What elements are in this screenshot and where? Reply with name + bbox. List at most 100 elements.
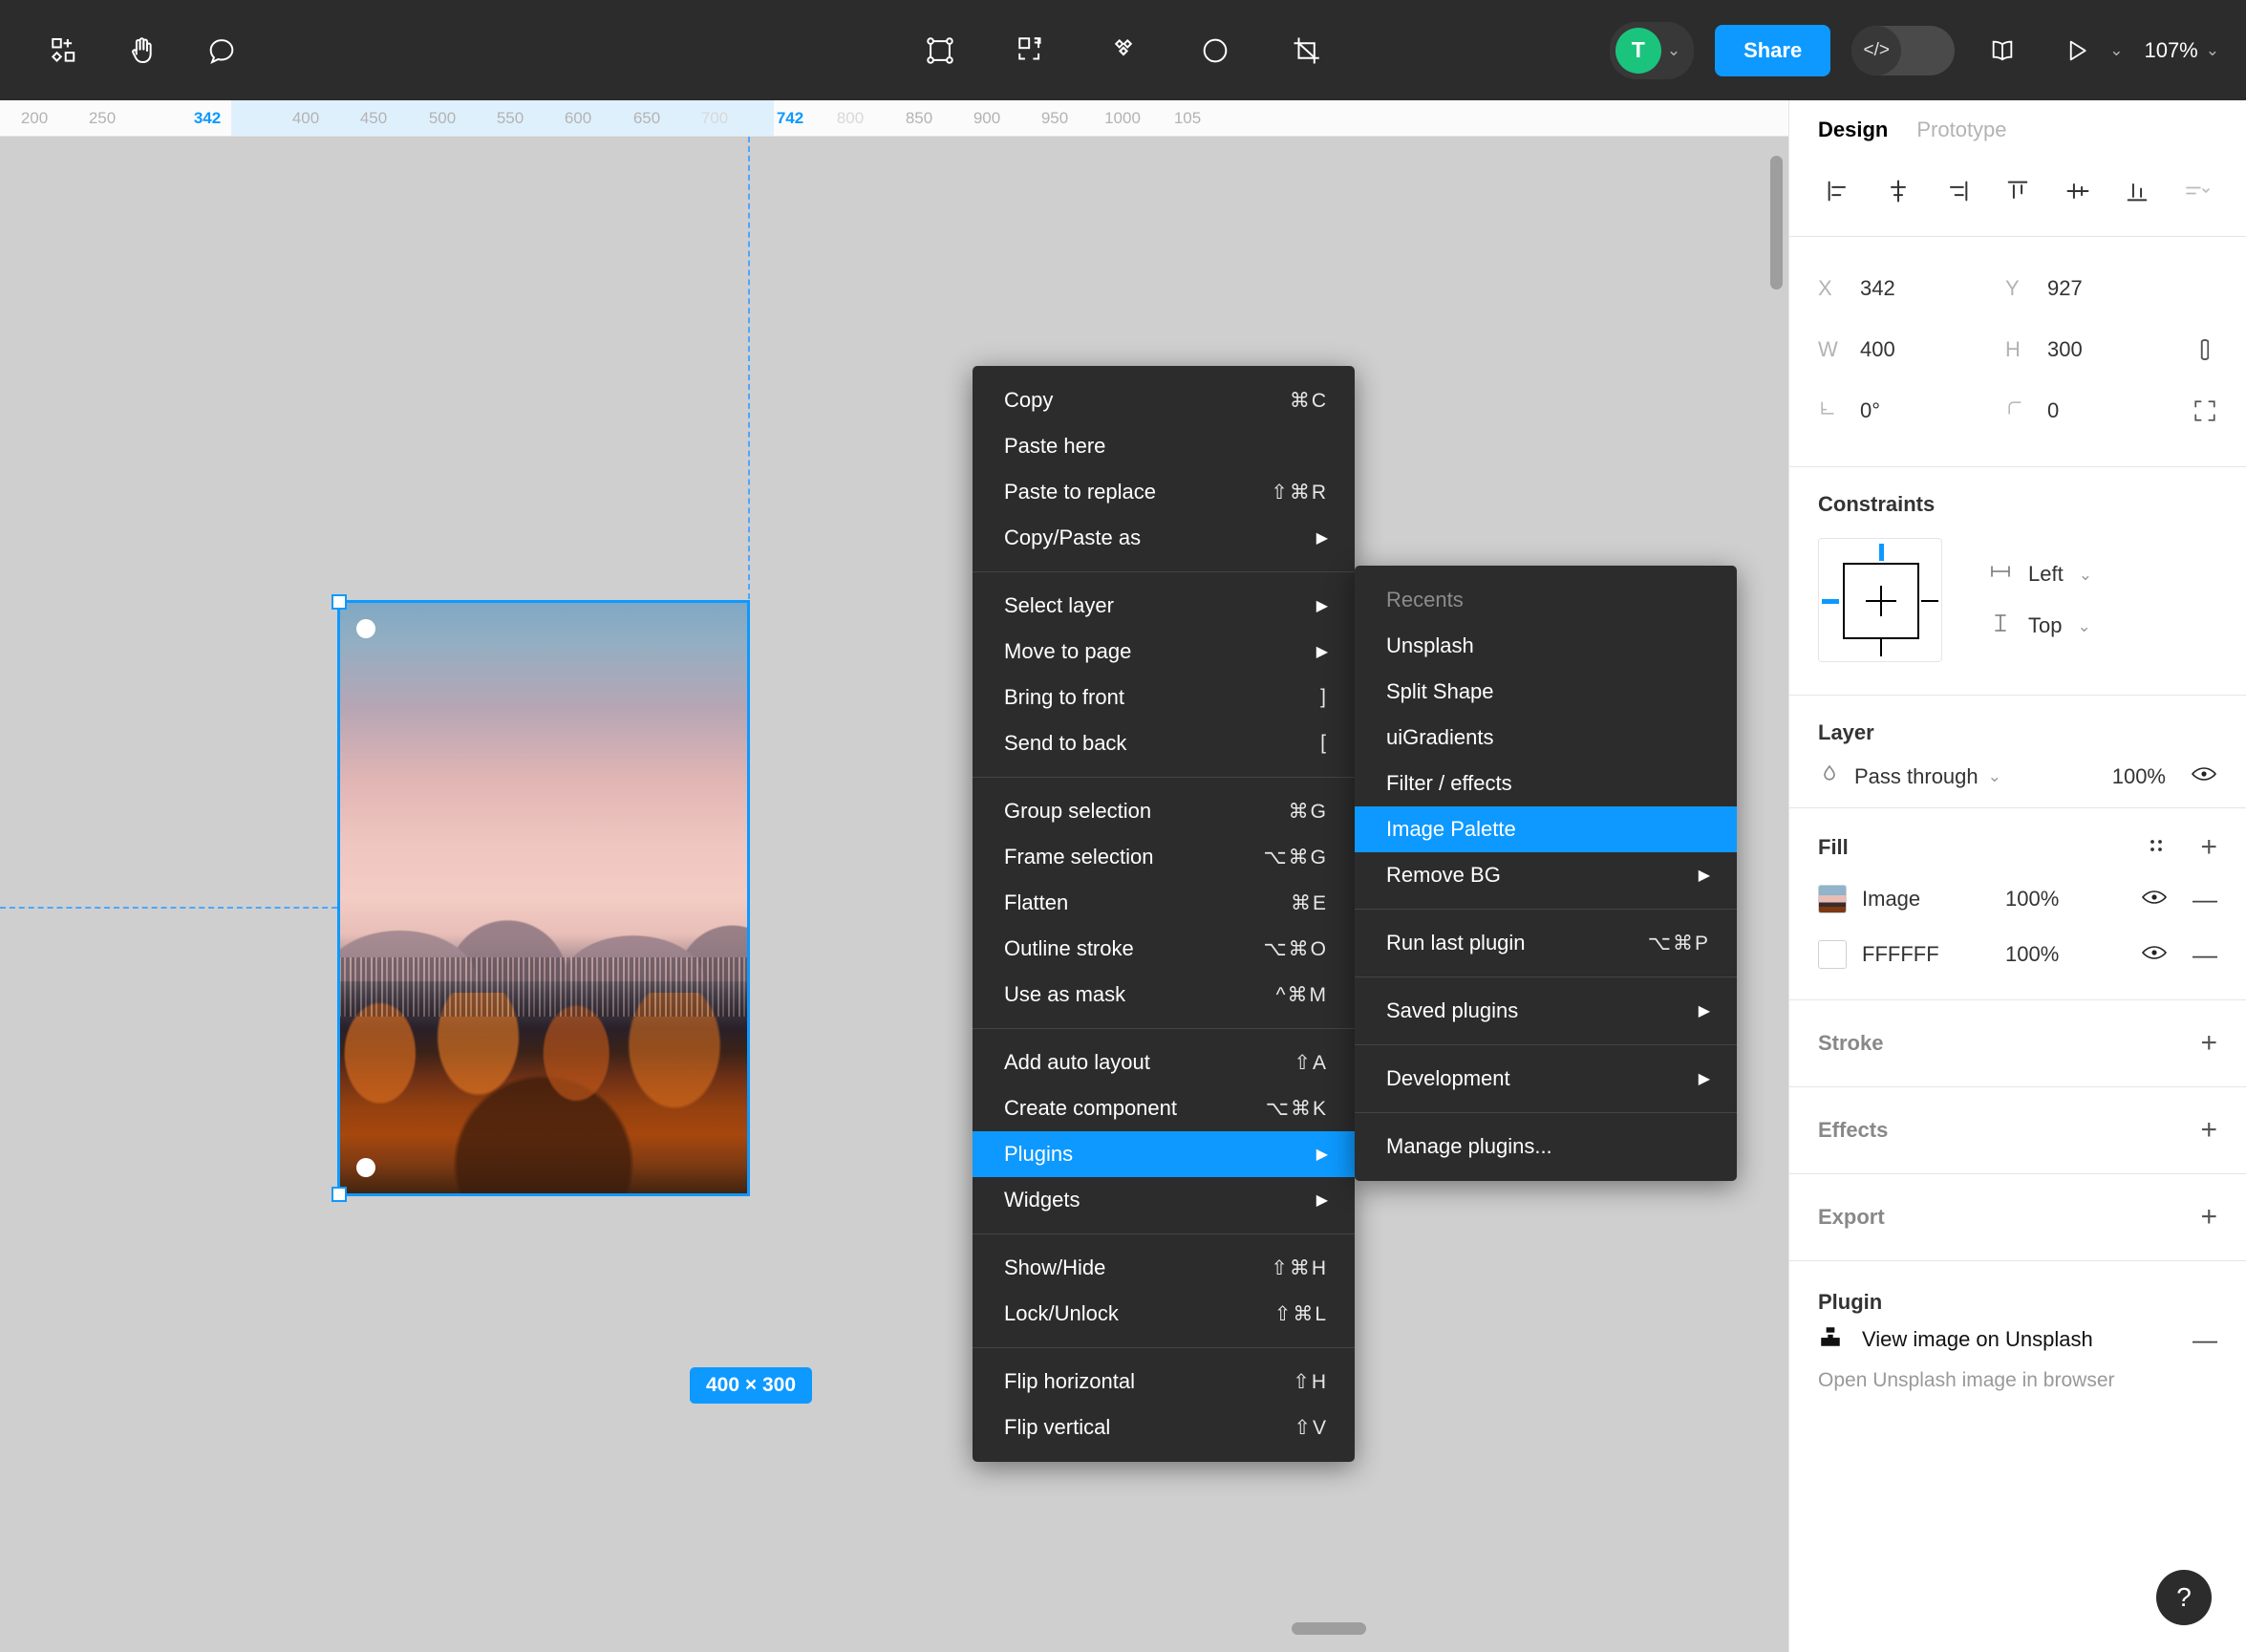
align-bottom-icon[interactable] — [2117, 171, 2157, 211]
fill-opacity-image[interactable]: 100% — [2005, 887, 2059, 912]
menu-item-use-as-mask[interactable]: Use as mask ^⌘M — [973, 972, 1355, 1018]
menu-item-split-shape[interactable]: Split Shape — [1355, 669, 1737, 715]
menu-item-flip-vertical[interactable]: Flip vertical ⇧V — [973, 1405, 1355, 1450]
blend-mode-value[interactable]: Pass through — [1854, 764, 1979, 789]
selection-frame-icon[interactable] — [913, 24, 967, 77]
rotation-field[interactable]: 0° — [1818, 398, 2005, 423]
constraint-bar-left[interactable] — [1822, 599, 1839, 604]
play-icon[interactable] — [2050, 24, 2104, 77]
horizontal-ruler[interactable]: 200 250 342 400 450 500 550 600 650 700 742 800 850 9… — [0, 100, 1788, 137]
fill-item-color[interactable]: FFFFFF 100% — — [1789, 927, 2246, 982]
chevron-down-icon: ⌄ — [2077, 616, 2091, 635]
menu-item-unsplash[interactable]: Unsplash — [1355, 623, 1737, 669]
book-icon[interactable] — [1976, 24, 2029, 77]
menu-item-move-to-page[interactable]: Move to page ▶ — [973, 629, 1355, 675]
constraint-bar-right[interactable] — [1921, 600, 1938, 602]
corner-radius-field[interactable]: 0 — [2005, 398, 2193, 423]
menu-item-filter-effects[interactable]: Filter / effects — [1355, 761, 1737, 806]
fill-item-image[interactable]: Image 100% — — [1789, 871, 2246, 927]
menu-item-copy[interactable]: Copy ⌘C — [973, 377, 1355, 423]
align-right-icon[interactable] — [1937, 171, 1978, 211]
fill-styles-icon[interactable] — [2145, 834, 2168, 862]
menu-item-frame-selection[interactable]: Frame selection ⌥⌘G — [973, 834, 1355, 880]
constraint-bar-bottom[interactable] — [1880, 639, 1882, 656]
independent-corners-icon[interactable] — [2193, 398, 2217, 423]
image-layer[interactable] — [339, 602, 748, 1194]
fill-swatch-image[interactable] — [1818, 885, 1847, 913]
menu-item-widgets[interactable]: Widgets ▶ — [973, 1177, 1355, 1223]
share-button[interactable]: Share — [1715, 24, 1831, 76]
dev-mode-toggle[interactable]: </> — [1851, 25, 1956, 75]
ruler-tick: 800 — [836, 109, 865, 127]
visibility-toggle-icon[interactable] — [2191, 763, 2217, 789]
zoom-menu[interactable]: 107% ⌄ — [2144, 38, 2219, 63]
visibility-toggle-icon[interactable] — [2141, 942, 2168, 968]
x-field[interactable]: X 342 — [1818, 276, 2005, 301]
fill-swatch-color[interactable] — [1818, 940, 1847, 969]
plugin-item-unsplash[interactable]: View image on Unsplash — — [1789, 1315, 2246, 1354]
context-menu[interactable]: Copy ⌘C Paste here Paste to replace ⇧⌘R Copy/… — [973, 366, 1355, 1462]
menu-item-plugins[interactable]: Plugins ▶ — [973, 1131, 1355, 1177]
menu-item-development[interactable]: Development ▶ — [1355, 1056, 1737, 1102]
vertical-constraint-select[interactable]: Top ⌄ — [1988, 612, 2092, 639]
help-button[interactable]: ? — [2156, 1570, 2212, 1625]
y-field[interactable]: Y 927 — [2005, 276, 2193, 301]
present-menu[interactable]: ⌄ — [2050, 24, 2123, 77]
menu-item-image-palette[interactable]: Image Palette — [1355, 806, 1737, 852]
tab-design[interactable]: Design — [1818, 118, 1888, 142]
menu-item-remove-bg[interactable]: Remove BG ▶ — [1355, 852, 1737, 898]
menu-item-run-last-plugin[interactable]: Run last plugin ⌥⌘P — [1355, 920, 1737, 966]
menu-item-create-component[interactable]: Create component ⌥⌘K — [973, 1085, 1355, 1131]
vertical-scrollbar[interactable] — [1770, 156, 1783, 290]
hand-tool-icon[interactable] — [117, 24, 170, 77]
horizontal-scrollbar[interactable] — [1292, 1622, 1366, 1635]
lock-aspect-ratio-icon[interactable] — [2193, 337, 2217, 362]
menu-item-flatten[interactable]: Flatten ⌘E — [973, 880, 1355, 926]
menu-item-copy-paste-as[interactable]: Copy/Paste as ▶ — [973, 515, 1355, 561]
align-vertical-center-icon[interactable] — [2058, 171, 2098, 211]
scale-icon[interactable] — [1005, 24, 1059, 77]
add-export-button[interactable]: + — [2200, 1203, 2217, 1232]
remove-plugin-button[interactable]: — — [2193, 1327, 2217, 1352]
crop-icon[interactable] — [1280, 24, 1334, 77]
add-fill-button[interactable]: + — [2200, 833, 2217, 862]
add-stroke-button[interactable]: + — [2200, 1029, 2217, 1058]
menu-item-select-layer[interactable]: Select layer ▶ — [973, 583, 1355, 629]
distribute-menu-icon[interactable] — [2177, 171, 2217, 211]
menu-item-flip-horizontal[interactable]: Flip horizontal ⇧H — [973, 1359, 1355, 1405]
comment-icon[interactable] — [195, 24, 248, 77]
components-icon[interactable] — [38, 24, 92, 77]
menu-item-uigradients[interactable]: uiGradients — [1355, 715, 1737, 761]
align-horizontal-center-icon[interactable] — [1878, 171, 1918, 211]
rotation-row: 0° 0 — [1818, 380, 2217, 441]
horizontal-constraint-select[interactable]: Left ⌄ — [1988, 561, 2092, 588]
width-field[interactable]: W 400 — [1818, 337, 2005, 362]
user-avatar-menu[interactable]: T ⌄ — [1609, 21, 1695, 79]
menu-item-show-hide[interactable]: Show/Hide ⇧⌘H — [973, 1245, 1355, 1291]
align-left-icon[interactable] — [1818, 171, 1858, 211]
menu-item-bring-to-front[interactable]: Bring to front] — [973, 675, 1355, 720]
menu-item-paste-here[interactable]: Paste here — [973, 423, 1355, 469]
layer-opacity-value[interactable]: 100% — [2112, 764, 2166, 789]
contrast-icon[interactable] — [1188, 24, 1242, 77]
tile-icon[interactable] — [1097, 24, 1150, 77]
plugins-submenu[interactable]: Recents Unsplash Split Shape uiGradients Fil… — [1355, 566, 1737, 1181]
visibility-toggle-icon[interactable] — [2141, 887, 2168, 912]
remove-fill-button[interactable]: — — [2193, 887, 2217, 912]
menu-item-send-to-back[interactable]: Send to back [ — [973, 720, 1355, 766]
menu-item-outline-stroke[interactable]: Outline stroke ⌥⌘O — [973, 926, 1355, 972]
align-top-icon[interactable] — [1998, 171, 2038, 211]
menu-item-paste-to-replace[interactable]: Paste to replace ⇧⌘R — [973, 469, 1355, 515]
height-field[interactable]: H 300 — [2005, 337, 2193, 362]
menu-item-group-selection[interactable]: Group selection ⌘G — [973, 788, 1355, 834]
menu-item-add-auto-layout[interactable]: Add auto layout ⇧A — [973, 1040, 1355, 1085]
menu-item-saved-plugins[interactable]: Saved plugins ▶ — [1355, 988, 1737, 1034]
menu-item-manage-plugins[interactable]: Manage plugins... — [1355, 1124, 1737, 1169]
add-effect-button[interactable]: + — [2200, 1116, 2217, 1145]
remove-fill-button[interactable]: — — [2193, 942, 2217, 967]
tab-prototype[interactable]: Prototype — [1916, 118, 2006, 142]
constraint-grid[interactable] — [1818, 538, 1942, 662]
constraint-bar-top[interactable] — [1879, 544, 1884, 561]
menu-item-lock-unlock[interactable]: Lock/Unlock ⇧⌘L — [973, 1291, 1355, 1337]
fill-opacity-color[interactable]: 100% — [2005, 942, 2059, 967]
